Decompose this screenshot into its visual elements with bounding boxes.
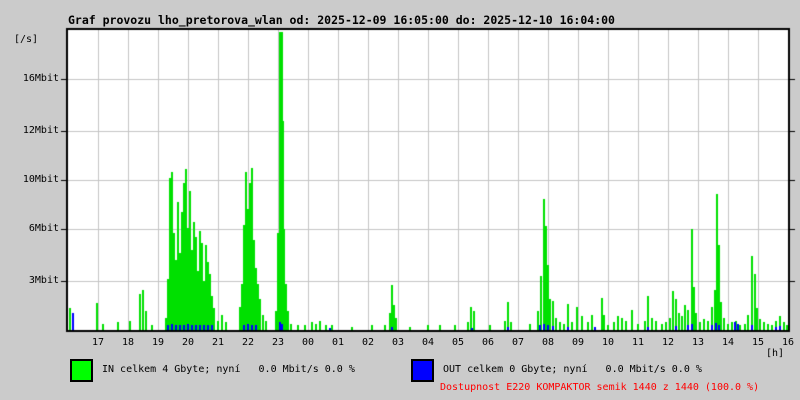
x-tick-label: 01: [331, 337, 345, 348]
availability-status-text: Dostupnost E220 KOMPAKTOR semik 1440 z 1…: [440, 382, 760, 393]
y-tick-label: 12Mbit: [22, 125, 59, 136]
y-axis-unit-label: [/s]: [14, 34, 39, 45]
y-tick-label: 6Mbit: [28, 223, 59, 234]
out-legend-swatch: [411, 359, 434, 382]
x-tick-label: 13: [691, 337, 705, 348]
x-tick-label: 15: [751, 337, 765, 348]
y-tick-label: 16Mbit: [22, 73, 59, 84]
x-tick-label: 06: [481, 337, 495, 348]
x-tick-label: 07: [511, 337, 525, 348]
x-tick-label: 18: [121, 337, 135, 348]
x-tick-label: 16: [781, 337, 795, 348]
x-tick-label: 14: [721, 337, 735, 348]
x-axis-unit-label: [h]: [766, 348, 785, 359]
x-tick-label: 11: [631, 337, 645, 348]
x-tick-label: 17: [91, 337, 105, 348]
x-tick-label: 09: [571, 337, 585, 348]
x-tick-label: 19: [151, 337, 165, 348]
in-legend-swatch: [70, 359, 93, 382]
x-tick-label: 21: [211, 337, 225, 348]
x-tick-label: 03: [391, 337, 405, 348]
y-tick-label: 3Mbit: [28, 275, 59, 286]
y-tick-label: 10Mbit: [22, 174, 59, 185]
out-legend-text: OUT celkem 0 Gbyte; nyní 0.0 Mbit/s 0.0 …: [443, 364, 702, 375]
in-legend-text: IN celkem 4 Gbyte; nyní 0.0 Mbit/s 0.0 %: [102, 364, 355, 375]
x-tick-label: 10: [601, 337, 615, 348]
x-tick-label: 05: [451, 337, 465, 348]
x-tick-label: 22: [241, 337, 255, 348]
graph-title: Graf provozu lho_pretorova_wlan od: 2025…: [68, 13, 615, 27]
x-tick-label: 00: [301, 337, 315, 348]
x-tick-label: 23: [271, 337, 285, 348]
x-tick-label: 08: [541, 337, 555, 348]
mrtg-traffic-page: Graf provozu lho_pretorova_wlan od: 2025…: [0, 0, 800, 400]
x-tick-label: 02: [361, 337, 375, 348]
x-tick-label: 20: [181, 337, 195, 348]
x-tick-label: 04: [421, 337, 435, 348]
x-tick-label: 12: [661, 337, 675, 348]
